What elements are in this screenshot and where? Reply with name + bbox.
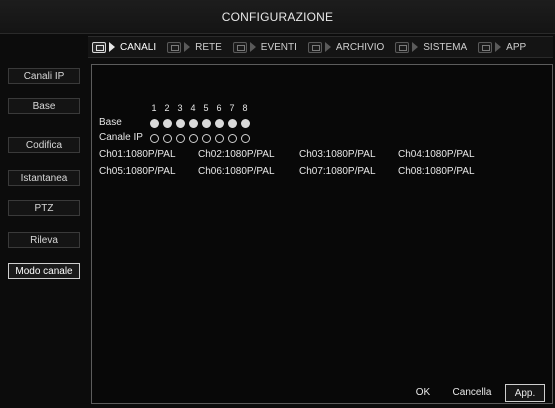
column-number: 7 [229,103,235,113]
row-label-canale-ip: Canale IP [99,132,143,143]
column-number: 2 [164,103,170,113]
tab-label: APP [506,41,527,53]
base-mode-dot[interactable] [150,119,159,128]
window-title: CONFIGURAZIONE [0,0,555,34]
base-mode-dot[interactable] [176,119,185,128]
base-mode-dot[interactable] [215,119,224,128]
base-mode-dot[interactable] [163,119,172,128]
ok-button[interactable]: OK [409,384,437,402]
storage-icon [307,41,322,53]
column-number: 8 [242,103,248,113]
tab-eventi[interactable]: EVENTI [229,36,304,58]
sidebar-item-codifica[interactable]: Codifica [8,137,80,153]
network-icon [167,41,182,53]
tab-archivio[interactable]: ARCHIVIO [304,36,391,58]
tab-rete[interactable]: RETE [163,36,229,58]
column-number: 1 [151,103,157,113]
column-number: 3 [177,103,183,113]
arrow-right-icon [324,42,331,52]
base-mode-dot[interactable] [189,119,198,128]
tab-canali[interactable]: CANALI [88,36,163,58]
tab-app[interactable]: APP [474,36,533,58]
column-number: 4 [190,103,196,113]
arrow-right-icon [184,42,191,52]
sidebar-item-modo-canale[interactable]: Modo canale [8,263,80,279]
tab-sistema[interactable]: SISTEMA [391,36,474,58]
tab-label: CANALI [120,41,157,53]
ip-channel-dot[interactable] [150,134,159,143]
events-icon [232,41,247,53]
system-icon [395,41,410,53]
tab-label: EVENTI [260,41,297,53]
channel-info: Ch01:1080P/PAL [99,149,176,160]
channel-info: Ch02:1080P/PAL [198,149,275,160]
arrow-right-icon [495,42,502,52]
sidebar-item-canali-ip[interactable]: Canali IP [8,68,80,84]
column-number: 5 [203,103,209,113]
ip-channel-dot[interactable] [163,134,172,143]
app-icon [478,41,493,53]
sidebar-item-istantanea[interactable]: Istantanea [8,170,80,186]
tab-label: RETE [195,41,222,53]
base-mode-dot[interactable] [202,119,211,128]
sidebar: Canali IP Base Codifica Istantanea PTZ R… [0,60,88,408]
channel-info: Ch08:1080P/PAL [398,166,475,177]
channel-info: Ch05:1080P/PAL [99,166,176,177]
ip-channel-dot[interactable] [241,134,250,143]
arrow-right-icon [109,42,115,52]
channel-info: Ch06:1080P/PAL [198,166,275,177]
row-label-base: Base [99,117,122,128]
base-mode-dot[interactable] [241,119,250,128]
base-mode-dot[interactable] [228,119,237,128]
tab-bar: CANALI RETE EVENTI ARCHIVIO SISTEMA APP [88,36,553,58]
sidebar-item-base[interactable]: Base [8,98,80,114]
arrow-right-icon [412,42,419,52]
content-panel [91,64,553,404]
arrow-right-icon [249,42,256,52]
sidebar-item-ptz[interactable]: PTZ [8,200,80,216]
ip-channel-dot[interactable] [189,134,198,143]
channel-info: Ch03:1080P/PAL [299,149,376,160]
sidebar-item-rileva[interactable]: Rileva [8,232,80,248]
channels-icon [92,41,106,53]
tab-label: SISTEMA [423,41,468,53]
ip-channel-dot[interactable] [215,134,224,143]
ip-channel-dot[interactable] [176,134,185,143]
channel-info: Ch07:1080P/PAL [299,166,376,177]
column-number: 6 [216,103,222,113]
channel-info: Ch04:1080P/PAL [398,149,475,160]
tab-label: ARCHIVIO [335,41,385,53]
apply-button[interactable]: App. [505,384,545,402]
ip-channel-dot[interactable] [202,134,211,143]
ip-channel-dot[interactable] [228,134,237,143]
cancel-button[interactable]: Cancella [449,384,495,402]
